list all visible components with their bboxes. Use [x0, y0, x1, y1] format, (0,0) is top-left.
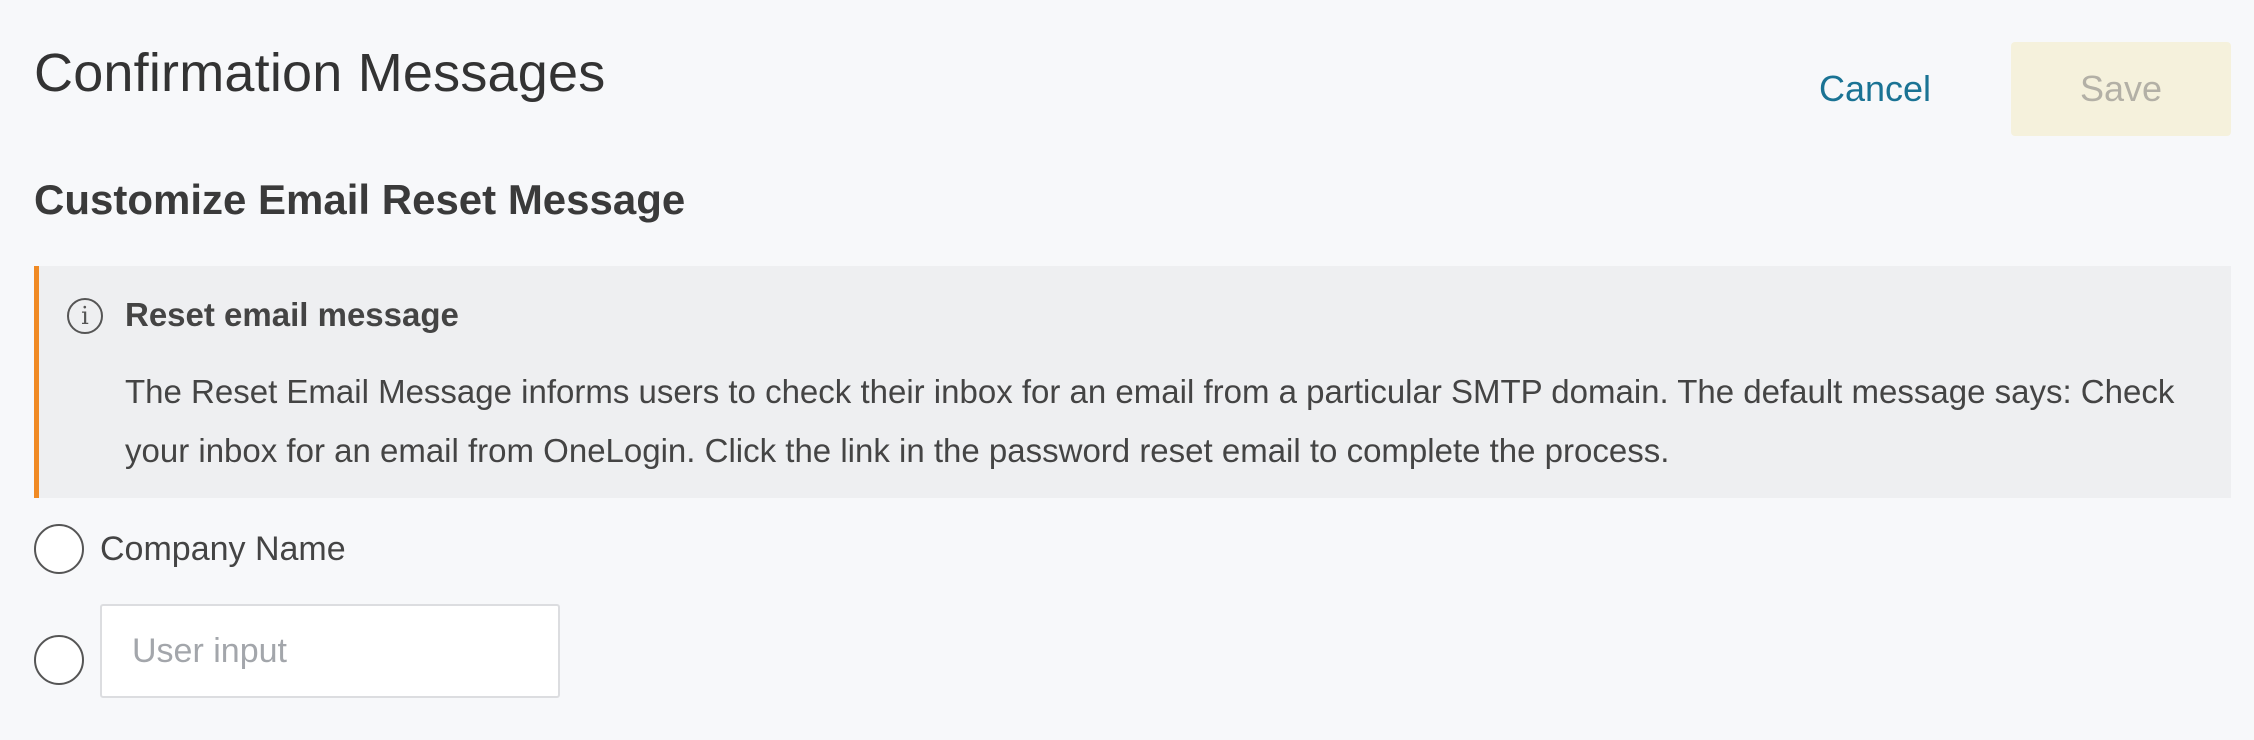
confirmation-messages-page: Confirmation Messages Cancel Save Custom…	[0, 0, 2254, 740]
company-name-option[interactable]: Company Name	[34, 524, 346, 574]
page-title: Confirmation Messages	[34, 43, 606, 103]
cancel-button[interactable]: Cancel	[1760, 42, 1990, 136]
save-button[interactable]: Save	[2011, 42, 2231, 136]
info-callout: i Reset email message The Reset Email Me…	[34, 266, 2231, 498]
user-input-radio[interactable]	[34, 635, 84, 685]
company-name-radio[interactable]	[34, 524, 84, 574]
section-title: Customize Email Reset Message	[34, 176, 686, 223]
info-callout-body: The Reset Email Message informs users to…	[125, 373, 2175, 469]
info-callout-title: Reset email message	[125, 296, 459, 333]
user-input-field[interactable]	[100, 604, 560, 698]
info-icon: i	[67, 298, 103, 334]
company-name-label: Company Name	[100, 529, 346, 568]
